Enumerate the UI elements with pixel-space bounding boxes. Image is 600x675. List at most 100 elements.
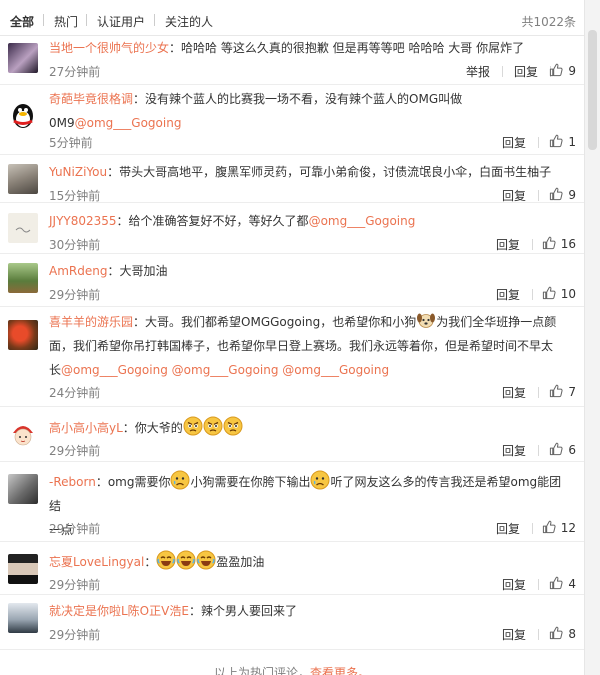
like-count: 8 bbox=[568, 627, 576, 641]
like-button[interactable]: 16 bbox=[542, 236, 576, 251]
sad-face-emoji bbox=[170, 470, 191, 490]
avatar[interactable] bbox=[8, 99, 38, 129]
like-button[interactable]: 1 bbox=[549, 134, 576, 149]
comment-text: ：给个准确答复好不好，等好久了都 bbox=[116, 214, 309, 228]
tab-following[interactable]: 关注的人 bbox=[165, 13, 213, 30]
like-button[interactable]: 7 bbox=[549, 384, 576, 399]
comment-item: JJYY802355：给个准确答复好不好，等好久了都@omg___Gogoing… bbox=[0, 203, 584, 254]
comment-username[interactable]: 喜羊羊的游乐园 bbox=[49, 315, 133, 329]
comment-text: 长 bbox=[49, 363, 62, 377]
comment-timestamp: 27分钟前 bbox=[49, 65, 101, 79]
action-divider bbox=[538, 579, 539, 590]
like-count: 12 bbox=[560, 521, 576, 535]
tab-hot[interactable]: 热门 bbox=[54, 13, 78, 30]
scrollbar-thumb[interactable] bbox=[588, 30, 597, 150]
like-count: 10 bbox=[560, 287, 576, 301]
like-button[interactable]: 10 bbox=[542, 286, 576, 301]
comment-text: ：你大爷的 bbox=[122, 421, 183, 435]
avatar[interactable] bbox=[8, 213, 38, 243]
comment-item: 奇葩毕竟很格调：没有辣个蓝人的比赛我一场不看，没有辣个蓝人的OMG叫做 0M9@… bbox=[0, 85, 584, 155]
handwriting-avatar-image bbox=[15, 227, 31, 233]
reply-button[interactable]: 回复 bbox=[502, 442, 526, 459]
comment-text: 0M9 bbox=[49, 116, 75, 130]
comment-timestamp: 29分钟前 bbox=[49, 522, 101, 536]
dog-face-emoji bbox=[416, 313, 436, 328]
comment-item: 忘夏LoveLingyal： 盈盈加油 29分钟前 回复 4 bbox=[0, 542, 584, 595]
avatar[interactable] bbox=[8, 263, 38, 293]
comment-username[interactable]: YuNiZiYou bbox=[49, 165, 107, 179]
comment-filter-tabs: 全部 热门 认证用户 关注的人 共1022条 bbox=[0, 0, 584, 36]
avatar[interactable] bbox=[8, 164, 38, 194]
comment-text: 为我们全华班挣一点颜 bbox=[436, 315, 557, 329]
comment-text: ：哈哈哈 等这么久真的很抱歉 但是再等等吧 哈哈哈 大哥 你屌炸了 bbox=[169, 41, 525, 55]
report-button[interactable]: 举报 bbox=[466, 63, 490, 80]
reply-button[interactable]: 回复 bbox=[502, 134, 526, 151]
like-button[interactable]: 8 bbox=[549, 626, 576, 641]
scrollbar[interactable] bbox=[584, 0, 600, 675]
mention-link[interactable]: @omg___Gogoing bbox=[282, 363, 389, 377]
like-button[interactable]: 6 bbox=[549, 442, 576, 457]
comment-item: 喜羊羊的游乐园：大哥。我们都希望OMGGogoing，也希望你和小狗 为我们全华班… bbox=[0, 307, 584, 407]
action-divider bbox=[532, 239, 533, 250]
comment-timestamp: 5分钟前 bbox=[49, 136, 93, 150]
avatar[interactable] bbox=[8, 603, 38, 633]
comment-username[interactable]: 忘夏LoveLingyal bbox=[49, 555, 144, 569]
comment-item: YuNiZiYou：带头大哥高地平，腹黑军师灵药，可靠小弟俞俊，讨债流氓良小伞，… bbox=[0, 155, 584, 203]
mention-link[interactable]: @omg___Gogoing bbox=[75, 116, 182, 130]
avatar[interactable] bbox=[8, 474, 38, 504]
comment-username[interactable]: 奇葩毕竟很格调 bbox=[49, 92, 133, 106]
mention-link[interactable]: @omg___Gogoing bbox=[309, 214, 416, 228]
angry-face-emoji bbox=[223, 416, 243, 436]
action-divider bbox=[532, 289, 533, 300]
comment-timestamp: 29分钟前 bbox=[49, 628, 101, 642]
comment-text: ：辣个男人要回来了 bbox=[188, 604, 297, 618]
avatar[interactable] bbox=[8, 554, 38, 584]
reply-button[interactable]: 回复 bbox=[502, 384, 526, 401]
like-button[interactable]: 9 bbox=[549, 187, 576, 202]
view-more-link[interactable]: 查看更多。 bbox=[310, 666, 370, 675]
comment-timestamp: 24分钟前 bbox=[49, 386, 101, 400]
mention-link[interactable]: @omg___Gogoing bbox=[172, 363, 279, 377]
like-button[interactable]: 12 bbox=[542, 520, 576, 535]
tab-divider bbox=[154, 14, 155, 26]
comment-timestamp: 29分钟前 bbox=[49, 578, 101, 592]
reply-button[interactable]: 回复 bbox=[502, 576, 526, 593]
laughing-tears-emoji bbox=[156, 550, 177, 570]
action-divider bbox=[538, 445, 539, 456]
comment-text: ： bbox=[144, 555, 157, 569]
comment-username[interactable]: AmRdeng bbox=[49, 264, 107, 278]
like-button[interactable]: 9 bbox=[549, 63, 576, 78]
angry-face-emoji bbox=[183, 416, 203, 436]
like-count: 6 bbox=[568, 443, 576, 457]
avatar[interactable] bbox=[8, 320, 38, 350]
hot-comments-footer: 以上为热门评论，查看更多。 bbox=[0, 664, 584, 675]
reply-button[interactable]: 回复 bbox=[496, 286, 520, 303]
tab-divider bbox=[43, 14, 44, 26]
action-divider bbox=[538, 190, 539, 201]
comment-timestamp: 29分钟前 bbox=[49, 288, 101, 302]
comment-username[interactable]: 高小高小高yL bbox=[49, 421, 123, 435]
reply-button[interactable]: 回复 bbox=[514, 63, 538, 80]
mention-link[interactable]: @omg___Gogoing bbox=[61, 363, 168, 377]
thumbs-up-icon bbox=[550, 626, 563, 640]
reply-button[interactable]: 回复 bbox=[502, 626, 526, 643]
action-divider bbox=[502, 66, 503, 77]
sad-face-emoji bbox=[310, 470, 331, 490]
reply-button[interactable]: 回复 bbox=[502, 187, 526, 204]
comment-username[interactable]: JJYY802355 bbox=[49, 214, 117, 228]
tab-all[interactable]: 全部 bbox=[10, 13, 34, 30]
avatar[interactable] bbox=[8, 419, 38, 449]
comment-username[interactable]: -Reborn bbox=[49, 475, 96, 489]
comment-username[interactable]: 当地一个很帅气的少女 bbox=[49, 41, 169, 55]
tab-verified-users[interactable]: 认证用户 bbox=[97, 13, 145, 30]
like-button[interactable]: 4 bbox=[549, 576, 576, 591]
reply-button[interactable]: 回复 bbox=[496, 236, 520, 253]
reply-button[interactable]: 回复 bbox=[496, 520, 520, 537]
like-count: 7 bbox=[568, 385, 576, 399]
comment-username[interactable]: 就决定是你啦L陈O正V浩E bbox=[49, 604, 189, 618]
comment-item: AmRdeng：大哥加油 29分钟前 回复 10 bbox=[0, 254, 584, 307]
like-count: 16 bbox=[560, 237, 576, 251]
avatar[interactable] bbox=[8, 43, 38, 73]
comment-timestamp: 15分钟前 bbox=[49, 189, 101, 203]
comment-text: 小狗需要在你胯下输出 bbox=[190, 475, 311, 489]
